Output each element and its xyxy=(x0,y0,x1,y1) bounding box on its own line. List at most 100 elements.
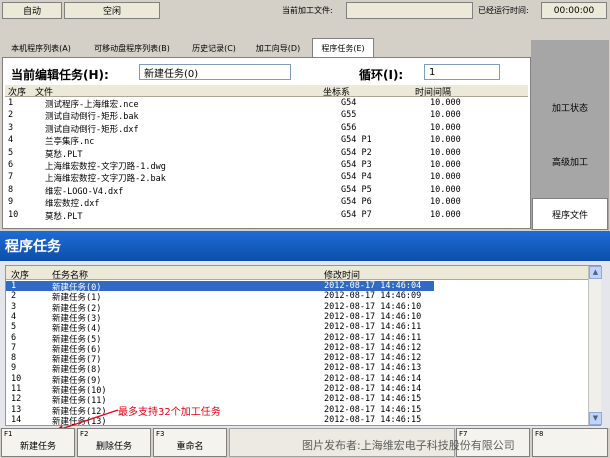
current-file-field xyxy=(346,2,473,19)
current-task-label: 当前编辑任务(H): xyxy=(11,68,109,82)
program-row[interactable]: 3 测试自动倒行-矩形.dxf G56 10.000 xyxy=(5,122,528,135)
row-file: 维宏-LOGO-V4.dxf xyxy=(45,186,124,197)
row-coordinate: G54 P1 xyxy=(341,135,372,146)
task-panel-body: 次序 任务名称 修改时间 1 新建任务(0) 2012-08-17 14:46:04… xyxy=(0,261,610,428)
task-row[interactable]: 3 新建任务(2) 2012-08-17 14:46:10 xyxy=(6,301,588,314)
tab-wizard[interactable]: 加工向导(D) xyxy=(248,40,308,57)
row-order: 3 xyxy=(8,122,14,133)
task-modified-time: 2012-08-17 14:46:15 xyxy=(324,404,422,415)
new-task-button[interactable]: F1 新建任务 xyxy=(1,428,75,457)
row-coordinate: G54 P6 xyxy=(341,197,372,208)
col-task-order: 次序 xyxy=(11,271,30,281)
tab-local-programs[interactable]: 本机程序列表(A) xyxy=(2,40,80,57)
task-row[interactable]: 11 新建任务(10) 2012-08-17 14:46:14 xyxy=(6,384,588,396)
elapsed-time-field: 00:00:00 xyxy=(541,2,607,19)
loop-label: 循环(I): xyxy=(359,68,404,82)
row-interval: 10.000 xyxy=(430,184,461,195)
task-row[interactable]: 8 新建任务(7) 2012-08-17 14:46:12 xyxy=(6,353,588,365)
mode-indicator: 自动 xyxy=(2,2,62,19)
row-interval: 10.000 xyxy=(430,147,461,158)
task-order: 5 xyxy=(11,322,17,333)
task-row[interactable]: 5 新建任务(4) 2012-08-17 14:46:11 xyxy=(6,322,588,334)
tab-program-tasks[interactable]: 程序任务(E) xyxy=(312,38,374,58)
task-row[interactable]: 4 新建任务(3) 2012-08-17 14:46:10 xyxy=(6,311,588,324)
row-file: 维宏数控.dxf xyxy=(45,199,100,210)
task-modified-time: 2012-08-17 14:46:15 xyxy=(324,414,422,425)
col-task-name: 任务名称 xyxy=(52,271,89,281)
program-row[interactable]: 2 测试自动倒行-矩形.bak G55 10.000 xyxy=(5,110,528,123)
row-interval: 10.000 xyxy=(430,110,461,121)
task-panel-titlebar: 程序任务 xyxy=(0,231,610,261)
mode-text: 自动 xyxy=(22,7,41,17)
col-interval: 时间间隔 xyxy=(415,88,452,98)
rename-task-button[interactable]: F3 重命名 xyxy=(153,428,227,457)
program-row[interactable]: 8 维宏-LOGO-V4.dxf G54 P5 10.000 xyxy=(5,184,528,197)
col-order: 次序 xyxy=(8,88,27,98)
program-row[interactable]: 5 莫愁.PLT G54 P2 10.000 xyxy=(5,147,528,160)
task-order: 6 xyxy=(11,332,17,343)
row-interval: 10.000 xyxy=(430,160,461,170)
tab-history[interactable]: 历史记录(C) xyxy=(184,40,244,57)
task-order: 11 xyxy=(11,384,22,394)
scroll-down-icon[interactable]: ▼ xyxy=(589,412,602,425)
row-coordinate: G54 P7 xyxy=(341,209,372,220)
task-row[interactable]: 10 新建任务(9) 2012-08-17 14:46:14 xyxy=(6,374,588,386)
task-order: 1 xyxy=(11,281,17,291)
task-order: 12 xyxy=(11,394,22,405)
task-modified-time: 2012-08-17 14:46:10 xyxy=(324,311,422,322)
task-modified-time: 2012-08-17 14:46:04 xyxy=(324,281,422,291)
current-task-input[interactable]: 新建任务(0) xyxy=(139,64,291,80)
program-row[interactable]: 7 上海维宏数控-文字刀路-2.bak G54 P4 10.000 xyxy=(5,172,528,185)
current-file-label: 当前加工文件: xyxy=(282,6,333,15)
row-file: 莫愁.PLT xyxy=(45,149,83,160)
row-coordinate: G54 xyxy=(341,98,357,108)
elapsed-time-label: 已经运行时间: xyxy=(478,6,529,15)
row-file: 测试自动倒行-矩形.dxf xyxy=(45,124,139,135)
row-order: 5 xyxy=(8,147,14,158)
tab-removable-programs[interactable]: 可移动盘程序列表(B) xyxy=(84,40,180,57)
row-order: 10 xyxy=(8,209,19,220)
task-modified-time: 2012-08-17 14:46:14 xyxy=(324,384,422,394)
task-row[interactable]: 1 新建任务(0) 2012-08-17 14:46:04 xyxy=(6,281,588,293)
scroll-up-icon[interactable]: ▲ xyxy=(589,266,602,279)
watermark: 图片发布者:上海维宏电子科技股份有限公司 xyxy=(302,439,515,452)
program-row[interactable]: 9 维宏数控.dxf G54 P6 10.000 xyxy=(5,197,528,210)
program-row[interactable]: 4 兰亭集序.nc G54 P1 10.000 xyxy=(5,135,528,148)
advanced-machining-button[interactable]: 高级加工 xyxy=(532,142,608,180)
row-coordinate: G54 P5 xyxy=(341,184,372,195)
row-file: 上海维宏数控-文字刀路-2.bak xyxy=(45,174,166,185)
task-order: 14 xyxy=(11,414,22,425)
task-modified-time: 2012-08-17 14:46:12 xyxy=(324,353,422,364)
task-row[interactable]: 2 新建任务(1) 2012-08-17 14:46:09 xyxy=(6,291,588,303)
col-coordinate: 坐标系 xyxy=(323,88,351,98)
row-file: 兰亭集序.nc xyxy=(45,137,95,148)
task-modified-time: 2012-08-17 14:46:15 xyxy=(324,394,422,405)
task-list: 次序 任务名称 修改时间 1 新建任务(0) 2012-08-17 14:46:04… xyxy=(5,265,602,426)
loop-input[interactable]: 1 xyxy=(424,64,500,80)
delete-task-button[interactable]: F2 删除任务 xyxy=(77,428,151,457)
row-file: 测试自动倒行-矩形.bak xyxy=(45,112,139,123)
program-table: 次序 文件 坐标系 时间间隔 1 测试程序-上海维宏.nce G54 10.000 2 测… xyxy=(5,85,528,226)
program-row[interactable]: 1 测试程序-上海维宏.nce G54 10.000 xyxy=(5,98,528,110)
task-list-scrollbar[interactable]: ▲ ▼ xyxy=(588,266,602,425)
task-row[interactable]: 12 新建任务(11) 2012-08-17 14:46:15 xyxy=(6,394,588,406)
machining-status-button[interactable]: 加工状态 xyxy=(532,88,608,126)
program-row[interactable]: 10 莫愁.PLT G54 P7 10.000 xyxy=(5,209,528,222)
task-modified-time: 2012-08-17 14:46:13 xyxy=(324,363,422,374)
program-files-button[interactable]: 程序文件 xyxy=(532,198,608,230)
row-order: 4 xyxy=(8,135,14,146)
program-row[interactable]: 6 上海维宏数控-文字刀路-1.dwg G54 P3 10.000 xyxy=(5,160,528,172)
row-order: 7 xyxy=(8,172,14,183)
annotation-text: 最多支持32个加工任务 xyxy=(118,407,221,418)
task-row[interactable]: 9 新建任务(8) 2012-08-17 14:46:13 xyxy=(6,363,588,375)
row-order: 1 xyxy=(8,98,14,108)
row-order: 6 xyxy=(8,160,14,170)
row-coordinate: G56 xyxy=(341,122,357,133)
task-row[interactable]: 6 新建任务(5) 2012-08-17 14:46:11 xyxy=(6,332,588,345)
row-order: 2 xyxy=(8,110,14,121)
task-editor-panel: 当前编辑任务(H): 新建任务(0) 循环(I): 1 次序 文件 坐标系 时间… xyxy=(2,57,531,229)
f8-button[interactable]: F8 xyxy=(532,428,608,457)
task-row[interactable]: 7 新建任务(6) 2012-08-17 14:46:12 xyxy=(6,343,588,355)
task-order: 3 xyxy=(11,301,17,312)
row-coordinate: G55 xyxy=(341,110,357,121)
